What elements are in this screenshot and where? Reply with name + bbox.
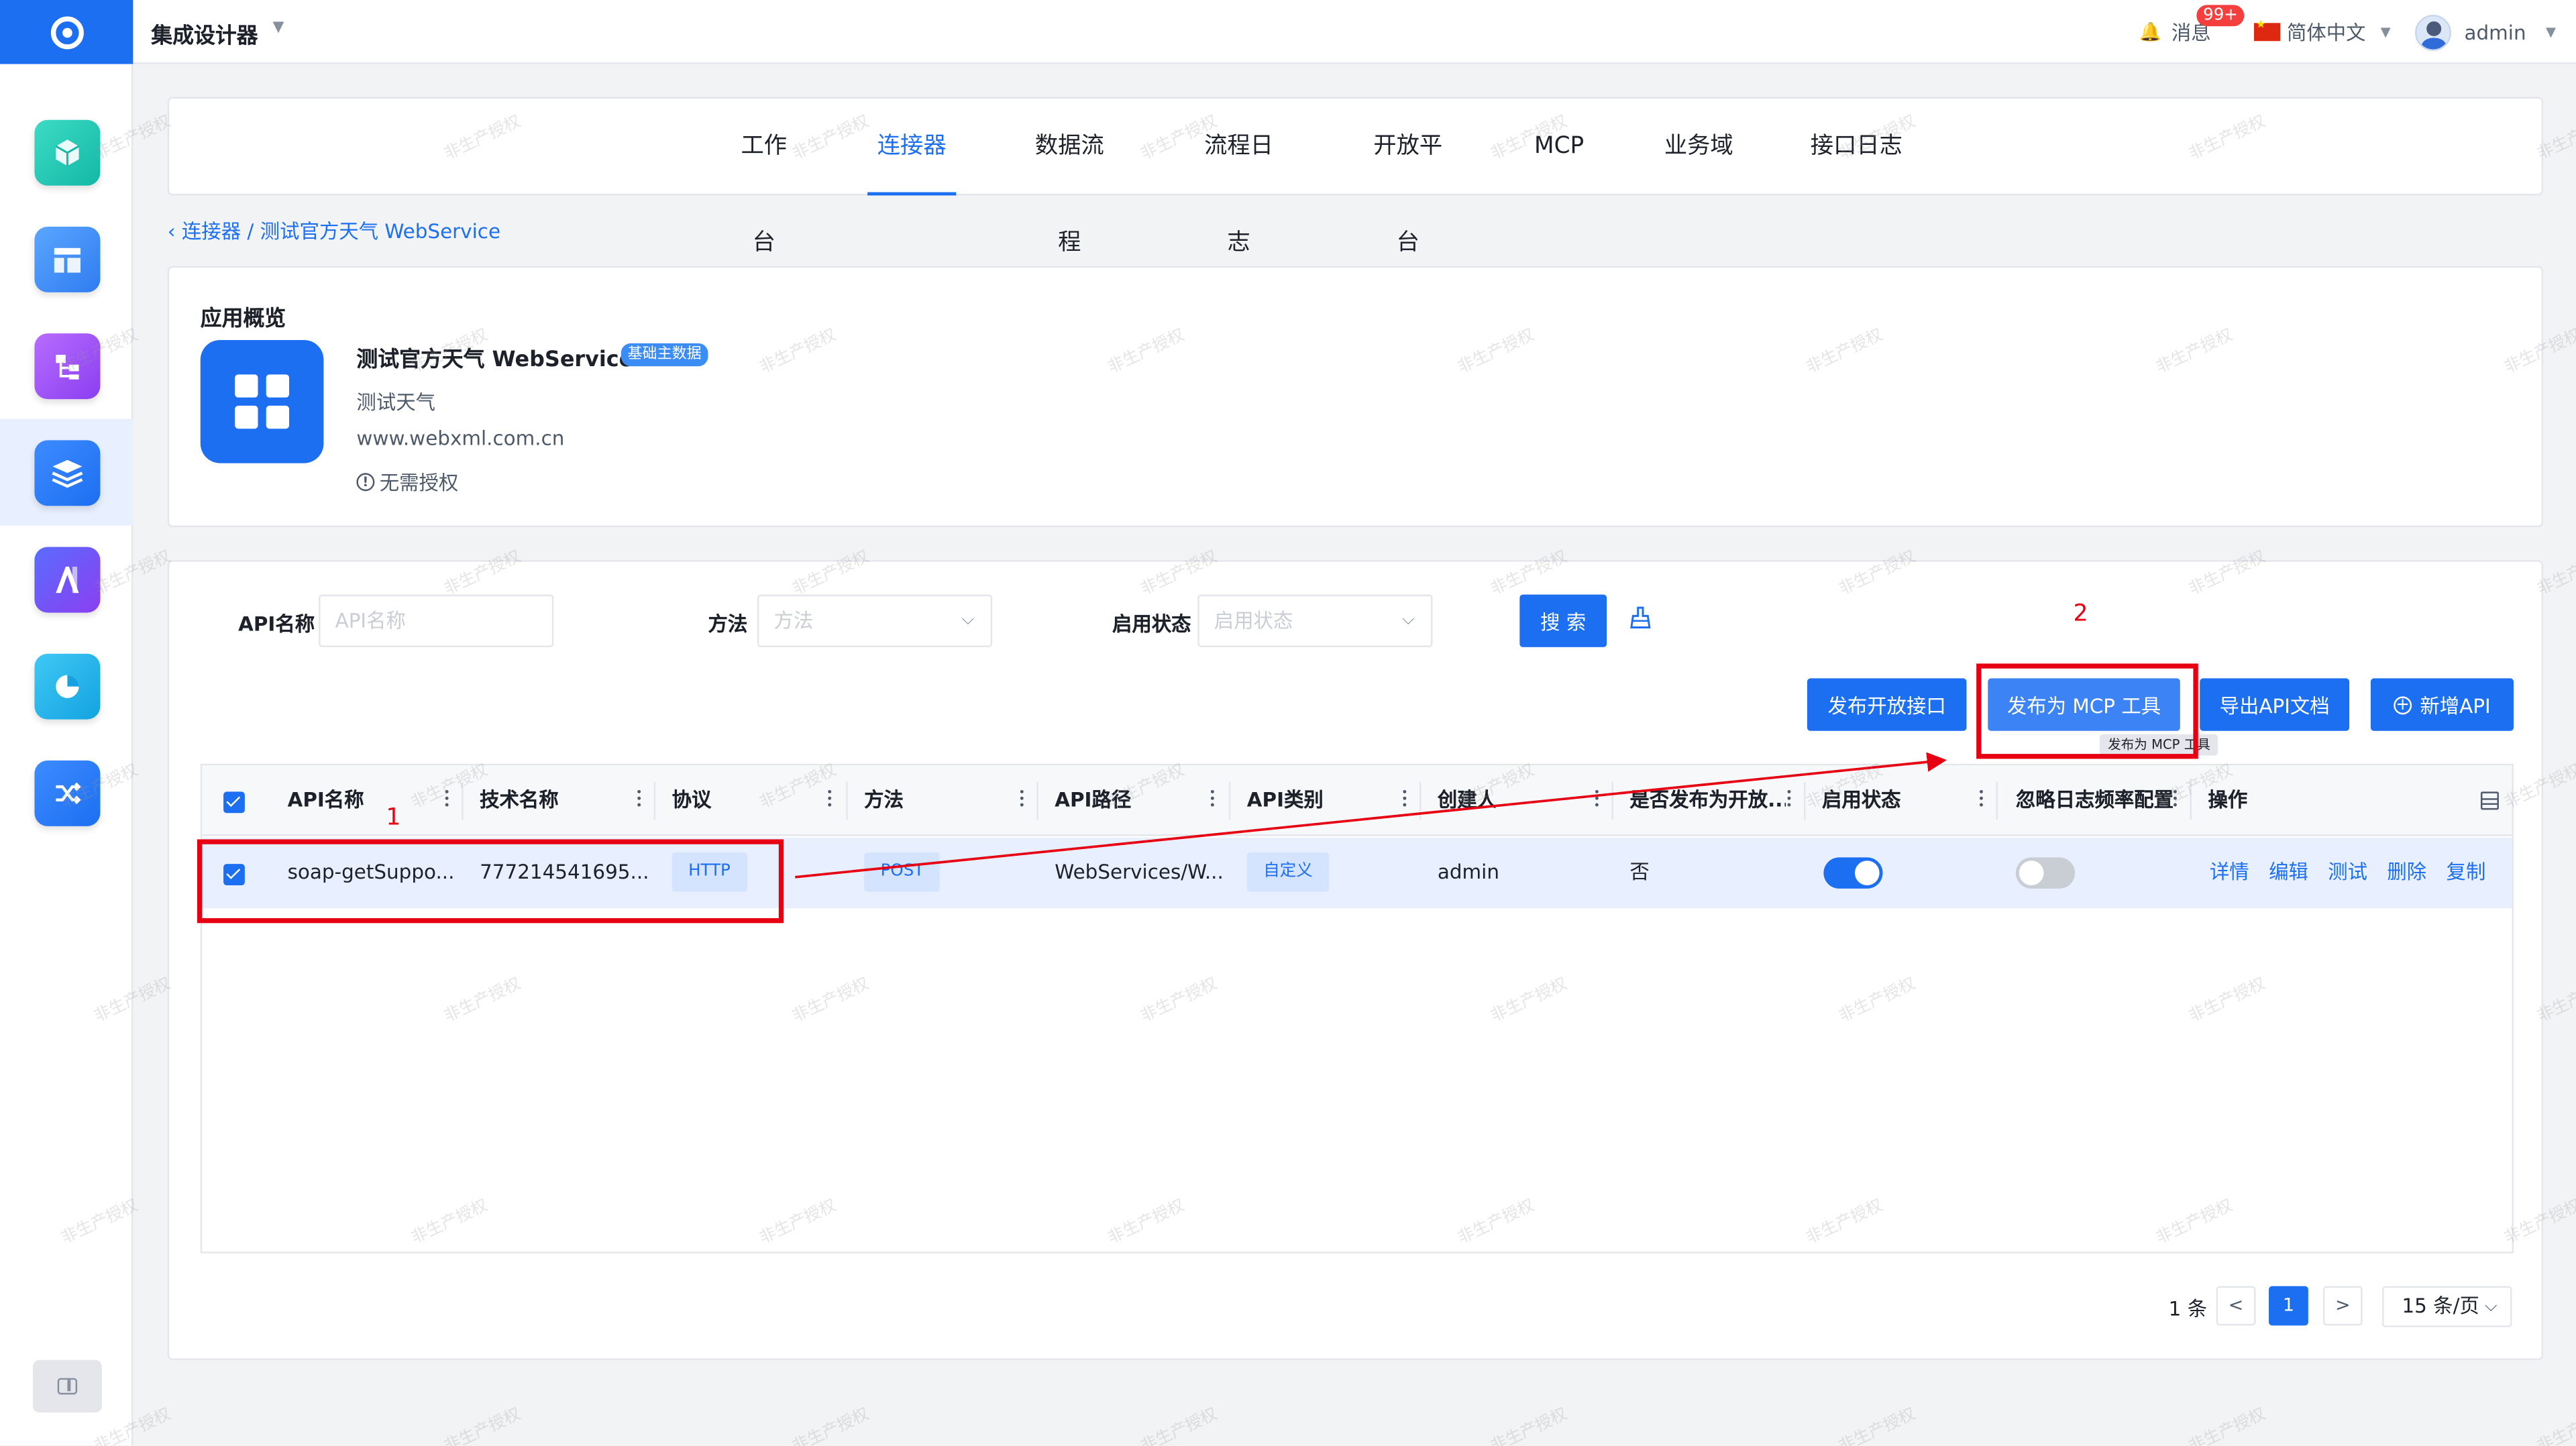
annotation-arrow [795,752,1947,879]
